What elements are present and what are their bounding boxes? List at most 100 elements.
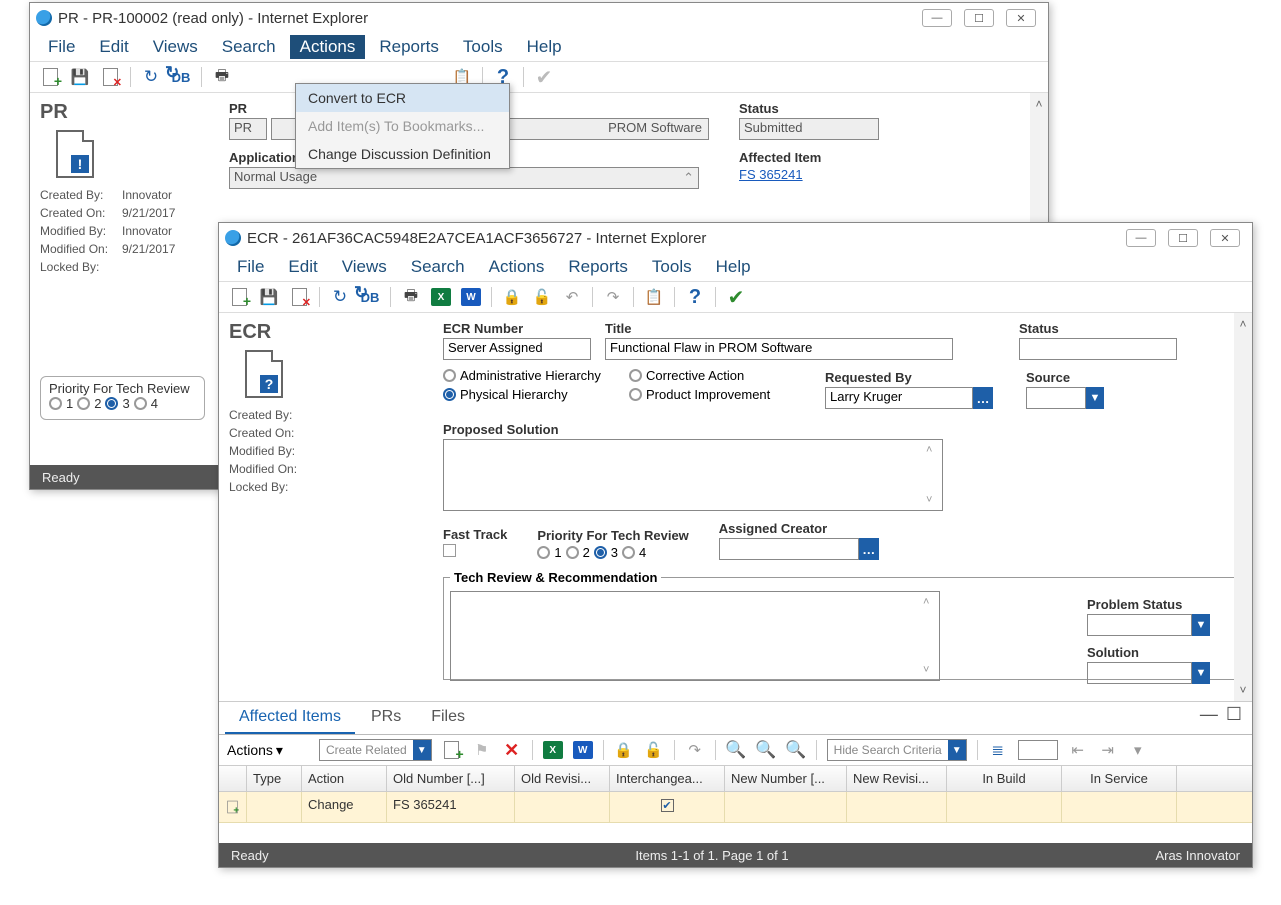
col-action[interactable]: Action — [302, 766, 387, 791]
menu-actions[interactable]: Actions — [479, 255, 555, 279]
minimize-button[interactable]: — — [922, 9, 952, 27]
promote-icon[interactable]: ↷ — [685, 740, 705, 760]
tab-affected-items[interactable]: Affected Items — [225, 702, 355, 734]
menu-search[interactable]: Search — [212, 35, 286, 59]
cell-old-number[interactable]: FS 365241 — [387, 792, 515, 822]
excel-icon[interactable]: X — [543, 741, 563, 759]
menu-file[interactable]: File — [38, 35, 85, 59]
priority-1-radio[interactable] — [49, 397, 62, 410]
priority-2-radio[interactable] — [77, 397, 90, 410]
done-icon[interactable]: ✔ — [534, 67, 554, 87]
print-icon[interactable]: 🖶 — [401, 287, 421, 307]
cell-old-revision[interactable] — [515, 792, 610, 822]
row-marker[interactable] — [219, 792, 247, 822]
col-new-revision[interactable]: New Revisi... — [847, 766, 947, 791]
done-icon[interactable]: ✔ — [726, 287, 746, 307]
create-related-combo[interactable]: Create Related▼ — [319, 739, 432, 761]
menu-views[interactable]: Views — [143, 35, 208, 59]
product-improvement-radio[interactable] — [629, 388, 642, 401]
admin-hierarchy-radio[interactable] — [443, 369, 456, 382]
scroll-down-icon[interactable]: ˅ — [923, 664, 937, 676]
cell-type[interactable] — [247, 792, 302, 822]
grid-actions-dropdown[interactable]: Actions ▾ — [227, 742, 283, 759]
ecr-number-field[interactable]: Server Assigned — [443, 338, 591, 360]
close-button[interactable]: ✕ — [1210, 229, 1240, 247]
refresh-icon[interactable]: ↻ — [141, 67, 161, 87]
menu-file[interactable]: File — [227, 255, 274, 279]
maximize-panel-icon[interactable]: ☐ — [1226, 704, 1242, 725]
col-in-service[interactable]: In Service — [1062, 766, 1177, 791]
scrollbar[interactable]: ˄˅ — [1234, 313, 1252, 701]
menu-views[interactable]: Views — [332, 255, 397, 279]
affected-item-link[interactable]: FS 365241 — [739, 167, 803, 182]
lock-icon[interactable]: 🔒 — [614, 740, 634, 760]
clipboard-icon[interactable]: 📋 — [644, 287, 664, 307]
proposed-solution-field[interactable]: ˄˅ — [443, 439, 943, 511]
physical-hierarchy-radio[interactable] — [443, 388, 456, 401]
db-refresh-icon[interactable]: DB — [360, 287, 380, 307]
assigned-creator-picker[interactable]: … — [859, 538, 879, 560]
new-icon[interactable] — [229, 287, 249, 307]
page-size-field[interactable] — [1018, 740, 1058, 760]
menu-actions[interactable]: Actions — [290, 35, 366, 59]
cell-action[interactable]: Change — [302, 792, 387, 822]
delete-icon[interactable] — [100, 67, 120, 87]
page-size-icon[interactable]: ≣ — [988, 740, 1008, 760]
maximize-button[interactable]: ☐ — [964, 9, 994, 27]
app-env-field[interactable]: Normal Usage ⌃ — [229, 167, 699, 189]
cell-in-build[interactable] — [947, 792, 1062, 822]
search-mode-icon[interactable]: 🔍 — [786, 740, 806, 760]
scroll-up-icon[interactable]: ˄ — [926, 444, 940, 456]
db-refresh-icon[interactable]: DB — [171, 67, 191, 87]
col-new-number[interactable]: New Number [... — [725, 766, 847, 791]
save-icon[interactable]: 💾 — [70, 67, 90, 87]
cell-in-service[interactable] — [1062, 792, 1177, 822]
tech-review-field[interactable]: ˄˅ — [450, 591, 940, 681]
lock-icon[interactable]: 🔒 — [502, 287, 522, 307]
col-interchangeable[interactable]: Interchangea... — [610, 766, 725, 791]
priority-3-radio[interactable] — [105, 397, 118, 410]
menu-reports[interactable]: Reports — [558, 255, 638, 279]
menu-edit[interactable]: Edit — [278, 255, 327, 279]
pick-related-icon[interactable]: ⚑ — [472, 740, 492, 760]
requested-by-picker[interactable]: … — [973, 387, 993, 409]
problem-status-combo[interactable]: ▼ — [1087, 614, 1210, 636]
grid-row[interactable]: Change FS 365241 ✔ — [219, 792, 1252, 823]
print-icon[interactable]: 🖶 — [212, 67, 232, 87]
menu-reports[interactable]: Reports — [369, 35, 449, 59]
status-field[interactable] — [1019, 338, 1177, 360]
priority-3-radio[interactable] — [594, 546, 607, 559]
redo-icon[interactable]: ↷ — [603, 287, 623, 307]
word-icon[interactable]: W — [573, 741, 593, 759]
tab-files[interactable]: Files — [417, 702, 479, 734]
corrective-action-radio[interactable] — [629, 369, 642, 382]
refresh-icon[interactable]: ↻ — [330, 287, 350, 307]
minimize-panel-icon[interactable]: — — [1200, 704, 1218, 725]
col-old-number[interactable]: Old Number [...] — [387, 766, 515, 791]
delete-icon[interactable] — [289, 287, 309, 307]
menu-search[interactable]: Search — [401, 255, 475, 279]
menu-tools[interactable]: Tools — [642, 255, 702, 279]
save-icon[interactable]: 💾 — [259, 287, 279, 307]
assigned-creator-field[interactable] — [719, 538, 859, 560]
title-field[interactable]: Functional Flaw in PROM Software — [605, 338, 953, 360]
col-in-build[interactable]: In Build — [947, 766, 1062, 791]
menu-help[interactable]: Help — [706, 255, 761, 279]
unlock-icon[interactable]: 🔓 — [644, 740, 664, 760]
col-old-revision[interactable]: Old Revisi... — [515, 766, 610, 791]
close-button[interactable]: ✕ — [1006, 9, 1036, 27]
new-row-icon[interactable] — [442, 740, 462, 760]
scroll-down-icon[interactable]: ˅ — [1239, 683, 1246, 697]
scroll-down-icon[interactable]: ˅ — [926, 494, 940, 506]
scroll-up-icon[interactable]: ˄ — [1035, 97, 1042, 111]
next-page-icon[interactable]: ⇥ — [1098, 740, 1118, 760]
word-icon[interactable]: W — [461, 288, 481, 306]
col-type[interactable]: Type — [247, 766, 302, 791]
run-search-icon[interactable]: 🔍 — [726, 740, 746, 760]
hide-search-combo[interactable]: Hide Search Criteria▼ — [827, 739, 967, 761]
cell-interchangeable[interactable]: ✔ — [610, 792, 725, 822]
unlock-icon[interactable]: 🔓 — [532, 287, 552, 307]
help-icon[interactable]: ? — [685, 287, 705, 307]
ecr-titlebar[interactable]: ECR - 261AF36CAC5948E2A7CEA1ACF3656727 -… — [219, 223, 1252, 253]
cell-new-number[interactable] — [725, 792, 847, 822]
